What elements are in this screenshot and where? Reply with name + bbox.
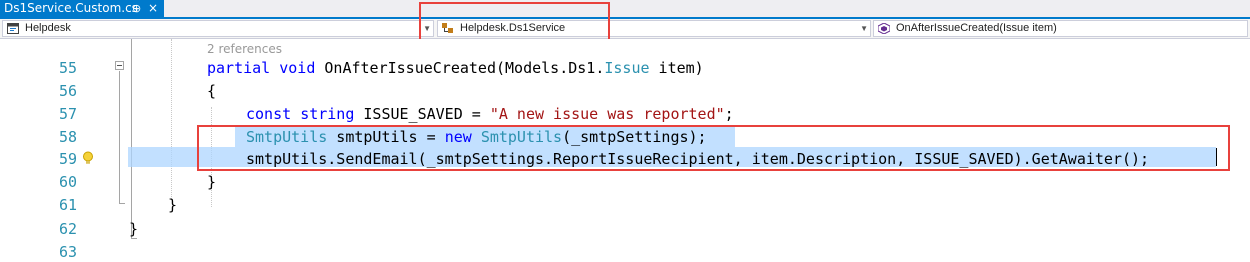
tab-title: Ds1Service.Custom.cs xyxy=(4,1,138,15)
code-line: } xyxy=(207,172,216,192)
lightbulb-icon[interactable] xyxy=(81,151,95,165)
chevron-down-icon[interactable]: ▼ xyxy=(860,21,868,36)
csharp-project-icon xyxy=(7,23,19,34)
code-line: const string ISSUE_SAVED = "A new issue … xyxy=(246,104,734,124)
code-line: } xyxy=(168,195,177,215)
indent-guide xyxy=(171,39,172,199)
line-number: 55 xyxy=(58,59,77,77)
code-token: SmtpUtils xyxy=(480,128,563,146)
code-line: { xyxy=(207,81,216,101)
code-token: const xyxy=(246,105,301,123)
code-token: SmtpUtils xyxy=(246,128,328,146)
code-token: smtpUtils = xyxy=(327,128,445,146)
code-editor[interactable]: 2 references 55 partial void OnAfterIssue… xyxy=(0,39,1250,262)
code-token: ISSUE_SAVED = xyxy=(363,105,490,123)
code-token: } xyxy=(129,220,139,238)
type-dropdown[interactable]: Helpdesk.Ds1Service ▼ xyxy=(437,20,871,37)
code-token: } xyxy=(207,173,217,191)
code-token: void xyxy=(279,59,325,77)
project-label: Helpdesk xyxy=(25,22,71,34)
member-dropdown[interactable]: OnAfterIssueCreated(Issue item) xyxy=(873,20,1248,37)
outline-guide xyxy=(131,39,132,239)
chevron-down-icon[interactable]: ▼ xyxy=(423,21,431,36)
type-label: Helpdesk.Ds1Service xyxy=(460,22,566,34)
code-line: } xyxy=(129,219,138,239)
code-token: } xyxy=(168,196,178,214)
code-line: smtpUtils.SendEmail(_smtpSettings.Report… xyxy=(246,149,1149,169)
line-number: 62 xyxy=(58,220,77,238)
code-token: OnAfterIssueCreated(Models.Ds1. xyxy=(324,59,605,77)
code-token: Issue xyxy=(604,59,650,77)
code-token: ; xyxy=(724,105,734,123)
code-token: string xyxy=(300,105,364,123)
line-number: 57 xyxy=(58,105,77,123)
code-token: item) xyxy=(649,59,704,77)
navigation-bar: Helpdesk ▼ Helpdesk.Ds1Service ▼ OnAfter… xyxy=(0,19,1250,39)
code-token: smtpUtils.SendEmail(_smtpSettings.Report… xyxy=(246,150,1150,168)
code-line: partial void OnAfterIssueCreated(Models.… xyxy=(207,58,704,78)
line-number: 58 xyxy=(58,128,77,146)
class-icon xyxy=(442,23,453,33)
codelens-references[interactable]: 2 references xyxy=(207,42,282,56)
code-token: new xyxy=(444,128,481,146)
text-caret xyxy=(1216,148,1217,166)
code-token: (_smtpSettings); xyxy=(562,128,707,146)
collapse-icon[interactable] xyxy=(115,61,124,70)
code-line: SmtpUtils smtpUtils = new SmtpUtils(_smt… xyxy=(246,127,707,147)
project-dropdown[interactable]: Helpdesk ▼ xyxy=(2,20,434,37)
tab-ds1service-custom[interactable]: Ds1Service.Custom.cs ⊕ × xyxy=(0,0,164,17)
member-label: OnAfterIssueCreated(Issue item) xyxy=(896,22,1057,34)
pin-icon[interactable]: ⊕ xyxy=(132,0,141,17)
outline-guide-inner-end xyxy=(119,203,125,204)
code-token: partial xyxy=(207,59,280,77)
code-token: "A new issue was reported" xyxy=(489,105,725,123)
method-icon xyxy=(878,23,890,34)
document-tab-strip: Ds1Service.Custom.cs ⊕ × xyxy=(0,0,1250,19)
code-token: { xyxy=(207,82,217,100)
line-number: 60 xyxy=(58,173,77,191)
line-number: 56 xyxy=(58,82,77,100)
outline-guide-inner xyxy=(119,71,120,203)
line-number: 63 xyxy=(58,243,77,261)
line-number: 61 xyxy=(58,196,77,214)
close-icon[interactable]: × xyxy=(148,0,158,17)
line-number: 59 xyxy=(58,150,77,168)
